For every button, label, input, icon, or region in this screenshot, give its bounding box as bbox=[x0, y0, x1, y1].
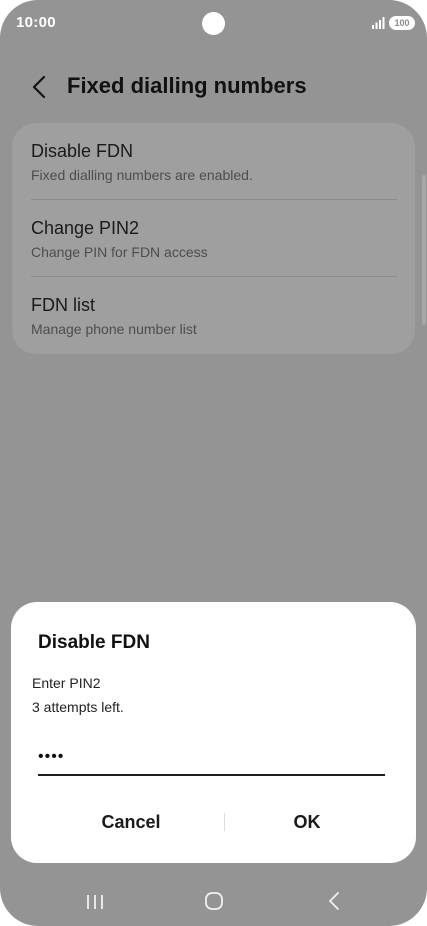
cancel-button[interactable]: Cancel bbox=[51, 804, 211, 840]
phone-screen: 10:00 100 Fixed dialling numbers Disable… bbox=[0, 0, 427, 926]
setting-subtitle: Change PIN for FDN access bbox=[31, 244, 208, 260]
settings-card: Disable FDN Fixed dialling numbers are e… bbox=[12, 123, 415, 354]
scrollbar[interactable] bbox=[422, 175, 426, 325]
pin2-input[interactable] bbox=[38, 740, 385, 776]
ok-button[interactable]: OK bbox=[227, 804, 387, 840]
setting-subtitle: Manage phone number list bbox=[31, 321, 197, 337]
page-title: Fixed dialling numbers bbox=[67, 73, 307, 98]
dialog-message: Enter PIN2 bbox=[32, 675, 101, 691]
setting-change-pin2[interactable]: Change PIN2 Change PIN for FDN access bbox=[12, 200, 415, 277]
button-separator bbox=[224, 813, 225, 831]
setting-subtitle: Fixed dialling numbers are enabled. bbox=[31, 167, 253, 183]
status-time: 10:00 bbox=[16, 14, 56, 31]
back-icon[interactable] bbox=[324, 890, 344, 912]
setting-disable-fdn[interactable]: Disable FDN Fixed dialling numbers are e… bbox=[12, 123, 415, 200]
setting-fdn-list[interactable]: FDN list Manage phone number list bbox=[12, 277, 415, 354]
setting-title: Disable FDN bbox=[31, 141, 134, 161]
disable-fdn-dialog: Disable FDN Enter PIN2 3 attempts left. … bbox=[11, 602, 416, 863]
chevron-left-icon[interactable] bbox=[28, 74, 52, 100]
camera-cutout bbox=[202, 12, 225, 35]
recents-icon[interactable] bbox=[84, 893, 106, 911]
setting-title: FDN list bbox=[31, 295, 95, 315]
home-icon[interactable] bbox=[204, 891, 224, 911]
setting-title: Change PIN2 bbox=[31, 218, 140, 238]
battery-icon: 100 bbox=[389, 16, 415, 30]
attempts-left-text: 3 attempts left. bbox=[32, 699, 124, 715]
signal-icon bbox=[372, 17, 385, 29]
navigation-bar bbox=[0, 880, 427, 926]
status-bar: 10:00 100 bbox=[0, 0, 427, 48]
dialog-title: Disable FDN bbox=[38, 632, 150, 653]
